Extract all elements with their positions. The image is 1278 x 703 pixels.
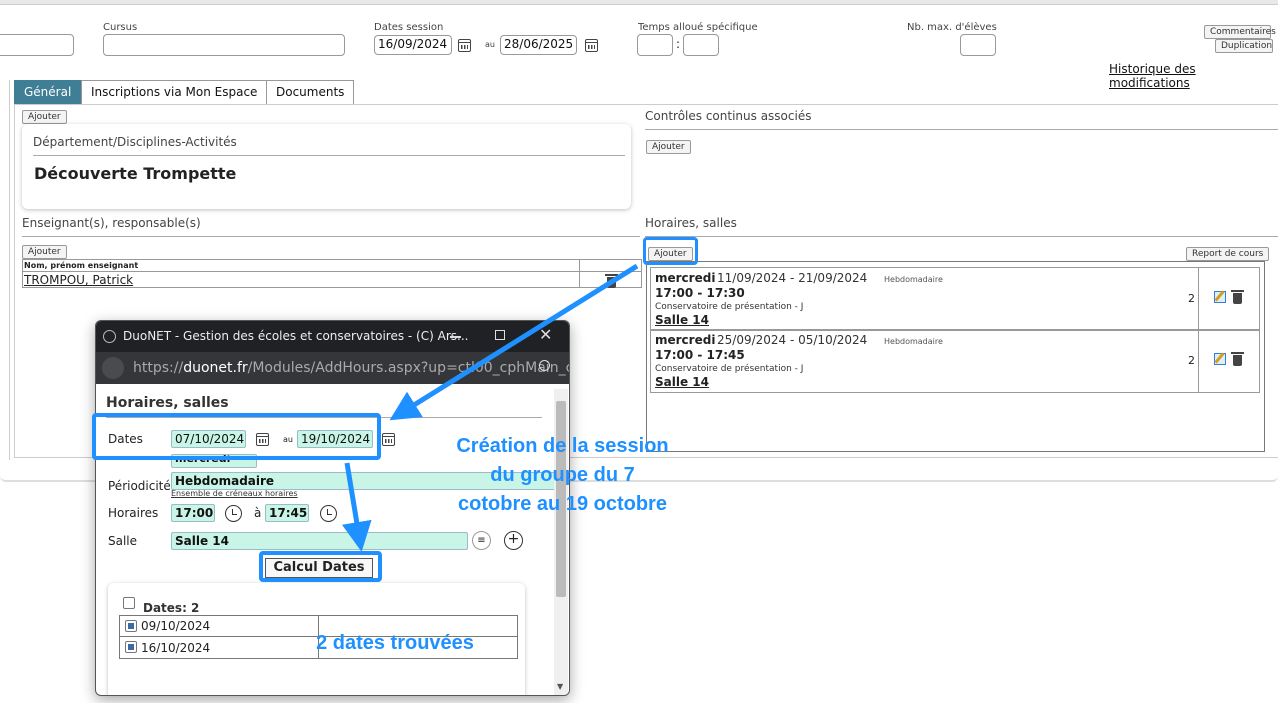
arrow-to-calc bbox=[341, 462, 372, 552]
annotation-line: Création de la session bbox=[456, 435, 669, 457]
annotation-line: cotobre au 19 octobre bbox=[458, 493, 667, 515]
annotation-line: du groupe du 7 bbox=[490, 464, 635, 486]
annotation-found: 2 dates trouvées bbox=[316, 632, 474, 654]
annotation-creation: Création de la session du groupe du 7 co… bbox=[425, 432, 700, 519]
arrow-to-dates bbox=[389, 263, 639, 421]
annotation-arrows bbox=[341, 263, 639, 552]
